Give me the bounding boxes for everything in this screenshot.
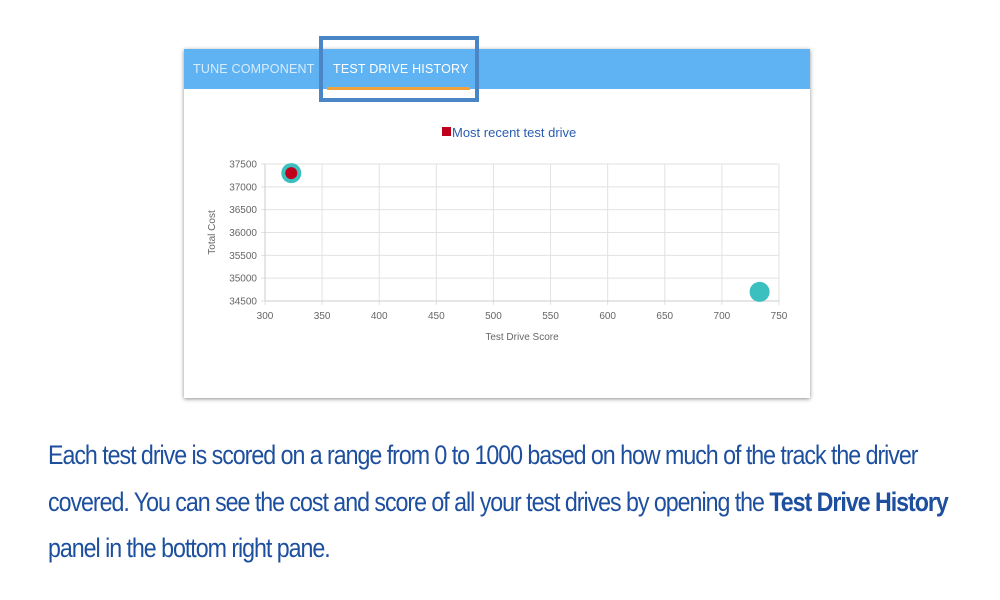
x-tick-label: 700 — [714, 311, 731, 322]
x-tick-label: 500 — [485, 311, 502, 322]
y-tick-label: 34500 — [229, 297, 257, 308]
legend-label: Most recent test drive — [452, 125, 576, 140]
x-tick-label: 450 — [428, 311, 445, 322]
x-tick-label: 650 — [656, 311, 673, 322]
y-tick-label: 37000 — [229, 182, 257, 193]
scatter-chart: 300 350 400 450 500 550 600 650 700 750 37500 37000… — [207, 125, 788, 343]
x-tick-label: 300 — [257, 311, 274, 322]
data-point — [749, 281, 770, 302]
y-tick-label: 36000 — [229, 228, 257, 239]
x-tick-label: 550 — [542, 311, 559, 322]
y-tick-label: 36500 — [229, 205, 257, 216]
x-tick-label: 350 — [314, 311, 331, 322]
x-tick-label: 750 — [771, 311, 788, 322]
y-axis-label: Total Cost — [207, 210, 218, 255]
x-tick-label: 600 — [599, 311, 616, 322]
caption-bold: Test Drive History — [769, 486, 948, 517]
legend-swatch — [442, 127, 451, 136]
recent-point-marker — [285, 167, 298, 180]
x-tick-label: 400 — [371, 311, 388, 322]
x-axis-label: Test Drive Score — [485, 332, 559, 343]
y-tick-label: 37500 — [229, 160, 257, 171]
caption-part2: panel in the bottom right pane. — [48, 533, 331, 563]
y-tick-label: 35500 — [229, 251, 257, 262]
y-tick-label: 35000 — [229, 274, 257, 285]
caption-text: Each test drive is scored on a range fro… — [48, 432, 994, 572]
